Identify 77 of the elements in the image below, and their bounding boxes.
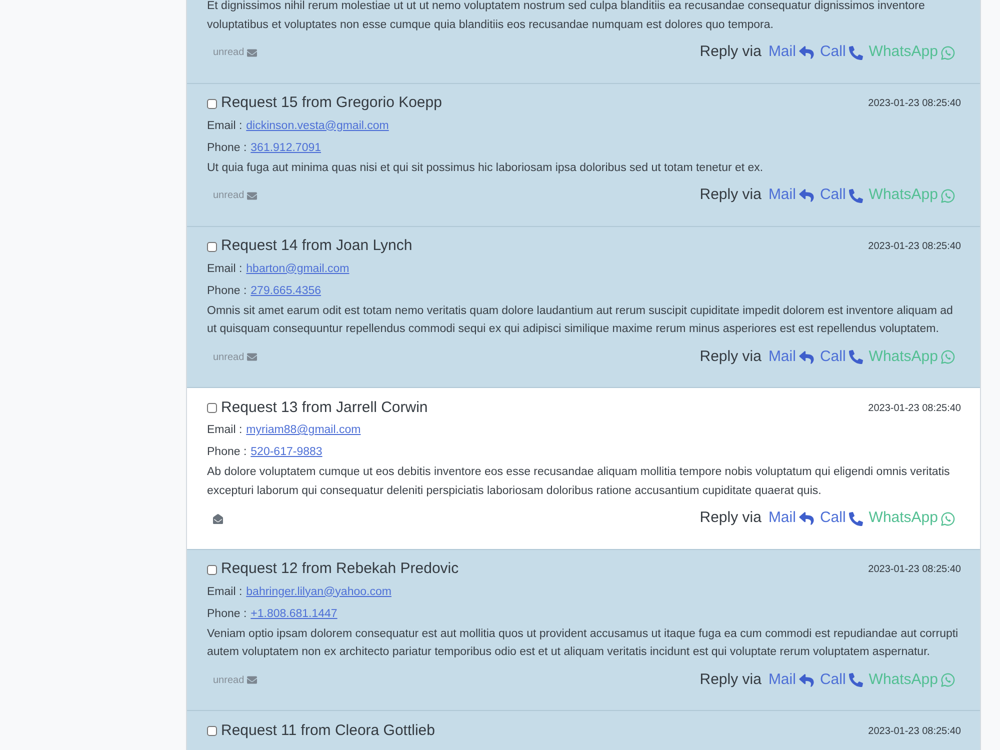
mail-link[interactable]: Mail — [768, 346, 814, 368]
message-text: Veniam optio ipsam dolorem consequatur est aut mollitia quos ut provident accusamus ut itaque fuga ea cum commodi est repudiandae aut corrupti autem voluptatem non ex architecto pariatur temporibus odio est et ut aliquam veritatis incidunt est qui voluptate rerum voluptatem aspernatur. — [207, 626, 960, 660]
timestamp: 2023-01-23 08:25:40 — [868, 402, 961, 416]
select-checkbox[interactable] — [207, 564, 217, 574]
phone-icon — [848, 46, 863, 60]
reply-label: Reply via — [700, 346, 762, 367]
envelope-icon — [247, 192, 258, 200]
chat-phone-icon — [941, 188, 955, 202]
email-label: Email : — [207, 424, 242, 436]
phone-label: Phone : — [207, 446, 247, 458]
mail-link[interactable]: Mail — [768, 668, 814, 692]
phone-link[interactable]: +1.808.681.1447 — [250, 608, 338, 620]
message-text: Omnis sit amet earum odit est totam nemo veritatis quam dolore laudantium aut rerum suscipit cupiditate impedit dolorem est inventore aliquam ad ut quisquam consequuntur repellendus commodi sequi ex qui adipisci similique maxime rerum minus asperiores est est repellendus voluptatem. — [207, 304, 954, 337]
chat-phone-icon — [941, 512, 955, 526]
phone-icon — [848, 512, 863, 526]
call-link[interactable]: Call — [820, 346, 863, 368]
phone-link[interactable]: 361.912.7091 — [250, 142, 322, 154]
reply-label: Reply via — [700, 508, 762, 528]
call-link[interactable]: Call — [820, 668, 863, 692]
message-title: Request 12 from Rebekah Predovic — [221, 559, 459, 580]
phone-label: Phone : — [207, 284, 247, 296]
phone-icon — [848, 673, 863, 687]
read-status-button[interactable]: unread — [213, 350, 258, 364]
timestamp: 2023-01-23 08:25:40 — [868, 563, 961, 577]
read-status-button[interactable]: unread — [213, 188, 258, 203]
reply-arrow-icon — [798, 46, 814, 59]
reply-label: Reply via — [700, 185, 762, 206]
message-text: Et dignissimos nihil rerum molestiae ut ut ut nemo voluptatem nostrum sed culpa blanditiis ea recusandae consequatur dignissimos inventore voluptatibus et voluptates non esse cumque quia blanditiis eos recusandae numquam est dolores quo tempora. — [207, 0, 926, 32]
chat-phone-icon — [941, 673, 955, 687]
email-label: Email : — [207, 262, 242, 274]
message-title: Request 11 from Cleora Gottlieb — [221, 720, 435, 741]
reply-label: Reply via — [700, 670, 762, 690]
email-link[interactable]: myriam88@gmail.com — [246, 424, 361, 436]
reply-arrow-icon — [798, 512, 814, 525]
phone-label: Phone : — [207, 608, 247, 620]
message-title: Request 13 from Jarrell Corwin — [221, 398, 428, 418]
call-link[interactable]: Call — [820, 184, 863, 207]
email-link[interactable]: bahringer.lilyan@yahoo.com — [246, 586, 392, 598]
select-checkbox[interactable] — [207, 726, 217, 736]
select-checkbox[interactable] — [207, 403, 217, 413]
phone-link[interactable]: 520-617-9883 — [250, 446, 322, 458]
phone-icon — [848, 350, 863, 364]
phone-link[interactable]: 279.665.4356 — [250, 284, 322, 296]
chat-phone-icon — [941, 350, 955, 364]
envelope-icon — [247, 676, 258, 684]
read-status-button[interactable]: unread — [213, 672, 258, 688]
timestamp: 2023-01-23 08:25:40 — [868, 724, 961, 738]
email-label: Email : — [207, 586, 242, 598]
mail-link[interactable]: Mail — [768, 507, 814, 530]
reply-arrow-icon — [798, 674, 814, 686]
timestamp: 2023-01-23 08:25:40 — [868, 240, 961, 254]
message-text: Ab dolore voluptatem cumque ut eos debitis inventore eos esse recusandae aliquam mollitia tempore nobis voluptatum qui eligendi omnis veritatis excepturi laborum qui consequatur deleniti perspiciatis laboriosam doloribus ratione accusantium cupiditate quaerat quis. — [207, 465, 951, 498]
message-title: Request 14 from Joan Lynch — [221, 236, 412, 256]
read-status-button[interactable] — [213, 514, 223, 524]
envelope-icon — [247, 353, 258, 361]
read-status-button[interactable]: unread — [213, 45, 258, 60]
chat-phone-icon — [941, 46, 955, 60]
phone-label: Phone : — [207, 142, 247, 154]
select-checkbox[interactable] — [207, 98, 217, 108]
reply-arrow-icon — [798, 189, 814, 202]
mail-link[interactable]: Mail — [768, 41, 814, 64]
email-label: Email : — [207, 120, 242, 132]
open-envelope-icon — [213, 514, 223, 524]
whatsapp-link[interactable]: WhatsApp — [868, 507, 955, 530]
message-title: Request 15 from Gregorio Koepp — [221, 93, 442, 114]
timestamp: 2023-01-23 08:25:40 — [868, 97, 961, 111]
call-link[interactable]: Call — [820, 41, 863, 64]
email-link[interactable]: hbarton@gmail.com — [246, 262, 350, 274]
envelope-icon — [247, 48, 258, 56]
select-checkbox[interactable] — [207, 242, 217, 252]
reply-label: Reply via — [700, 42, 762, 62]
phone-icon — [848, 188, 863, 202]
reply-arrow-icon — [798, 350, 814, 364]
mail-link[interactable]: Mail — [768, 184, 814, 207]
call-link[interactable]: Call — [820, 507, 863, 530]
email-link[interactable]: dickinson.vesta@gmail.com — [246, 120, 389, 132]
message-text: Ut quia fuga aut minima quas nisi et qui sit possimus hic laboriosam ipsa doloribus sed ut totam tenetur et ex. — [207, 160, 764, 176]
